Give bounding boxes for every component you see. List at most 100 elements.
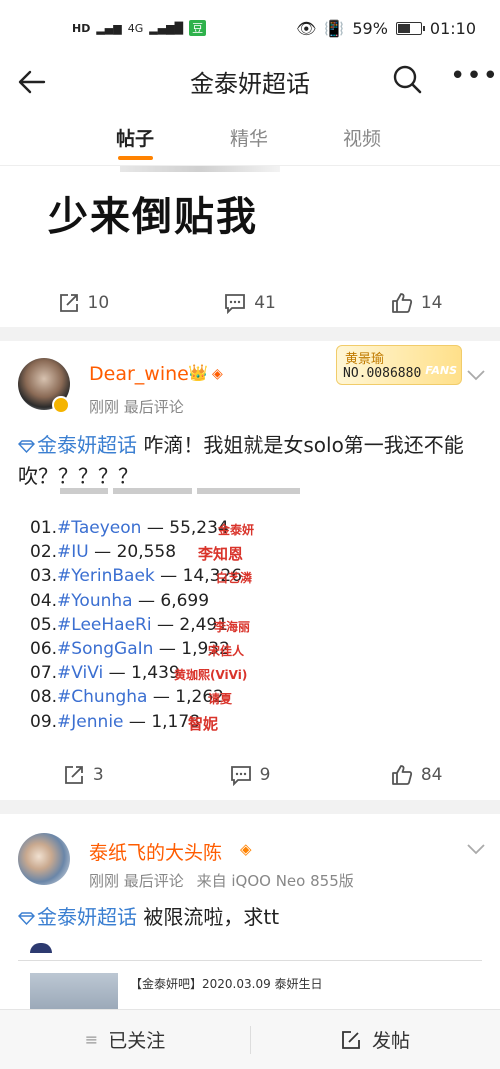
ranking-number: 03.: [30, 566, 58, 587]
ranking-chinese-name: 请夏: [208, 692, 233, 707]
ranking-tag: #Younha: [57, 590, 133, 611]
ranking-row: 01.#Taeyeon — 55,234: [30, 518, 229, 538]
ranking-chinese-name: 智妮: [188, 714, 219, 733]
fan-badge-number: NO.0086880: [343, 366, 422, 381]
ranking-dash: —: [154, 566, 183, 587]
post3-device[interactable]: iQOO Neo 855版: [231, 872, 353, 890]
ranking-row: 02.#IU — 20,558: [30, 542, 176, 562]
ranking-tag: #Taeyeon: [57, 518, 142, 538]
ranking-chinese-name: 黄珈熙(ViVi): [174, 668, 248, 683]
signal-bars-icon: ▂▄▆█: [149, 21, 184, 35]
douban-app-icon: 豆: [189, 20, 207, 36]
ranking-row: 07.#ViVi — 1,439: [30, 663, 180, 683]
ranking-row: 06.#SongGaIn — 1,932: [30, 639, 230, 659]
ranking-dash: —: [151, 614, 180, 635]
repost-count: 3: [92, 765, 104, 785]
ranking-number: 06.: [30, 639, 58, 659]
nav-bar: 金泰妍超话 •••: [0, 56, 500, 106]
search-icon[interactable]: [392, 64, 422, 96]
status-left-icons: HD ▂▄▆ 4G ▂▄▆█ 豆: [72, 20, 207, 36]
topic-link[interactable]: 金泰妍超话: [18, 433, 137, 457]
ranking-dash: —: [88, 542, 117, 563]
topic-link[interactable]: 金泰妍超话: [18, 905, 137, 929]
ranking-tag: #SongGaIn: [57, 639, 154, 659]
post2-text[interactable]: 金泰妍超话 咋滴！我姐就是女solo第一我还不能吹？？？？？: [18, 430, 488, 492]
ranking-value: 1,439: [131, 663, 180, 684]
ranking-image[interactable]: 01.#Taeyeon — 55,234 金泰妍 02.#IU — 20,558 李知…: [22, 488, 302, 738]
post2-actions: 3 9 84: [0, 753, 500, 797]
repost-button[interactable]: 3: [0, 753, 167, 797]
ranking-number: 02.: [30, 542, 58, 563]
chevron-down-icon[interactable]: [466, 368, 486, 382]
post3-text[interactable]: 金泰妍超话 被限流啦，求tt: [18, 902, 488, 933]
chevron-down-icon[interactable]: [466, 842, 486, 856]
ranking-number: 09.: [30, 711, 58, 732]
post-separator: [0, 327, 500, 341]
comment-button[interactable]: 9: [167, 753, 334, 797]
ranking-row: 05.#LeeHaeRi — 2,491: [30, 615, 228, 635]
embedded-post-card[interactable]: 【金泰妍吧】2020.03.09 泰妍生日: [18, 943, 482, 1013]
clock: 01:10: [429, 18, 476, 38]
avatar[interactable]: [18, 833, 70, 885]
ranking-tag: #Chungha: [57, 687, 148, 708]
new-post-button[interactable]: 发帖: [250, 1010, 500, 1069]
topic-link-text: 金泰妍超话: [37, 433, 137, 457]
status-right-icons: 👁 📳 59% 01:10: [296, 19, 476, 38]
fan-badge-word: FANS: [425, 364, 457, 377]
compose-icon: [342, 1030, 360, 1049]
repost-icon: [65, 766, 83, 784]
post-label: 发帖: [371, 1030, 410, 1052]
hd-indicator: HD: [72, 21, 91, 35]
signal-icon: ▂▄▆: [96, 21, 122, 35]
tab-posts[interactable]: 帖子: [116, 124, 154, 151]
topic-link-text: 金泰妍超话: [37, 905, 137, 929]
back-arrow-icon[interactable]: [16, 66, 48, 98]
followed-button[interactable]: ≡ 已关注: [0, 1010, 250, 1069]
ranking-tag: #Jennie: [57, 711, 124, 732]
embedded-avatar: [30, 943, 52, 953]
embedded-title: 【金泰妍吧】2020.03.09 泰妍生日: [130, 977, 323, 991]
post1-image-text: 少来倒贴我: [48, 194, 258, 240]
status-bar: HD ▂▄▆ 4G ▂▄▆█ 豆 👁 📳 59% 01:10: [0, 0, 500, 56]
ranking-row: 08.#Chungha — 1,262: [30, 687, 224, 707]
network-type: 4G: [127, 21, 144, 35]
ranking-dash: —: [132, 590, 161, 611]
post2-username[interactable]: Dear_wine: [89, 363, 189, 385]
post3-body: 被限流啦，求tt: [143, 905, 280, 929]
comment-icon: [225, 294, 246, 314]
page-title: 金泰妍超话: [190, 69, 310, 98]
followed-label: 已关注: [108, 1030, 166, 1052]
fan-badge[interactable]: 黄景瑜 NO.0086880 FANS: [336, 345, 462, 385]
post3-meta: 刚刚 最后评论 来自 iQOO Neo 855版: [89, 870, 354, 891]
tab-featured[interactable]: 精华: [230, 124, 268, 151]
diamond-icon: [18, 912, 35, 925]
battery-percent: 59%: [352, 18, 388, 38]
ranking-row: 03.#YerinBaek — 14,326: [30, 566, 242, 586]
tab-bar: 帖子 精华 视频: [0, 112, 500, 166]
ranking-dash: —: [147, 687, 176, 708]
tab-videos[interactable]: 视频: [343, 124, 381, 151]
ranking-tag: #YerinBaek: [57, 566, 155, 587]
more-options-button[interactable]: •••: [450, 63, 498, 96]
ranking-dash: —: [123, 711, 152, 732]
level-badge-icon: ◈: [212, 366, 223, 382]
ranking-row: 09.#Jennie — 1,178: [30, 712, 200, 732]
post-separator: [0, 800, 500, 814]
repost-button[interactable]: 10: [0, 281, 167, 325]
post1-image[interactable]: 少来倒贴我: [0, 166, 500, 281]
level-badge-icon: ◈: [240, 840, 252, 858]
image-faint-text: [120, 166, 280, 172]
ranking-chinese-name: 白艺潾: [216, 571, 253, 586]
ranking-chinese-name: 李知恩: [198, 545, 244, 564]
post3-username[interactable]: 泰纸飞的大头陈: [89, 838, 222, 865]
like-button[interactable]: 14: [333, 281, 500, 325]
bottom-divider: [250, 1026, 251, 1054]
ranking-row: 04.#Younha — 6,699: [30, 591, 209, 611]
ranking-number: 04.: [30, 590, 58, 611]
comment-count: 41: [254, 293, 276, 313]
like-button[interactable]: 84: [333, 753, 500, 797]
comment-count: 9: [259, 765, 271, 785]
ranking-tag: #ViVi: [57, 663, 104, 684]
repost-icon: [59, 294, 78, 312]
comment-button[interactable]: 41: [167, 281, 334, 325]
